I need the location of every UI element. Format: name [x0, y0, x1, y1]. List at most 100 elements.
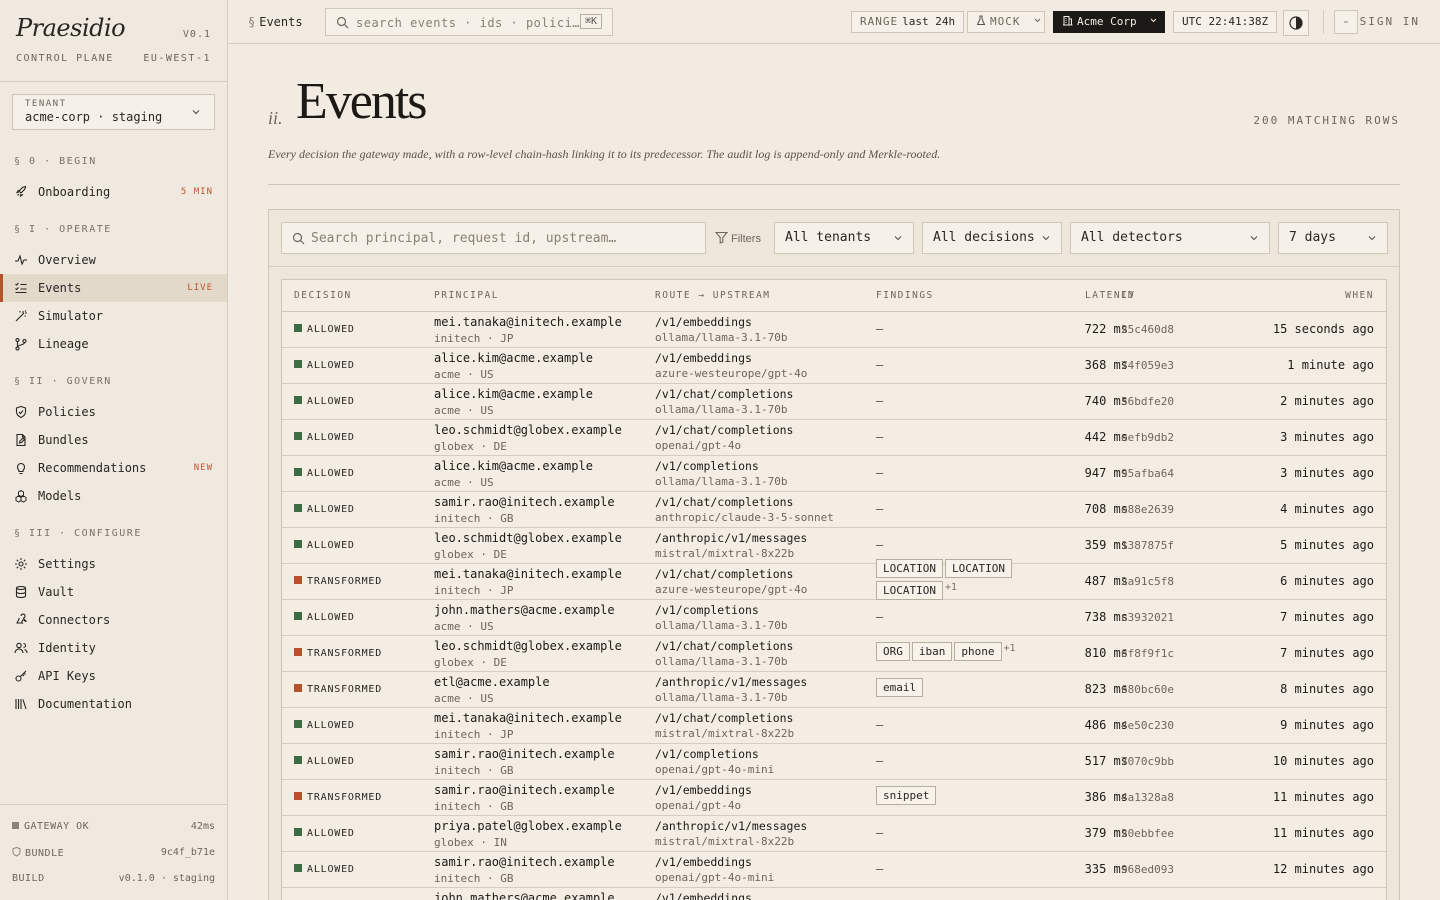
sidebar-item-bundles[interactable]: Bundles — [0, 426, 227, 454]
range-selector[interactable]: RANGE last 24h — [851, 11, 965, 33]
finding-tag[interactable]: email — [876, 678, 924, 697]
request-id[interactable]: c3932021 — [1121, 611, 1174, 624]
more-findings[interactable]: +1 — [1004, 643, 1016, 654]
global-search-input[interactable]: search events · ids · polici… ⌘K — [325, 8, 613, 36]
request-id[interactable]: 1387875f — [1121, 539, 1174, 552]
col-principal[interactable]: PRINCIPAL — [434, 290, 499, 301]
table-row[interactable]: TRANSFORMED mei.tanaka@initech.example ini… — [282, 559, 1386, 600]
sign-in-link[interactable]: SIGN IN — [1360, 15, 1420, 28]
principal-email[interactable]: samir.rao@initech.example — [434, 495, 615, 509]
finding-tag[interactable]: phone — [954, 642, 1002, 661]
sidebar-item-api-keys[interactable]: API Keys — [0, 662, 227, 690]
sidebar-item-vault[interactable]: Vault — [0, 578, 227, 606]
request-id[interactable]: 25c460d8 — [1121, 323, 1174, 336]
table-row[interactable]: ALLOWED samir.rao@initech.example initech … — [282, 852, 1386, 888]
sidebar-item-simulator[interactable]: Simulator — [0, 302, 227, 330]
library-icon — [15, 699, 27, 710]
sidebar-item-connectors[interactable]: Connectors — [0, 606, 227, 634]
table-row[interactable]: john.mathers@acme.example/v1/embeddings — [282, 888, 1386, 900]
finding-tag[interactable]: LOCATION — [876, 559, 943, 578]
principal-email[interactable]: samir.rao@initech.example — [434, 855, 615, 869]
request-id[interactable]: 4a1328a8 — [1121, 791, 1174, 804]
decision-filter[interactable]: All decisions — [922, 222, 1062, 254]
event-search-input[interactable]: Search principal, request id, upstream… — [281, 222, 706, 254]
sidebar-item-models[interactable]: Models — [0, 482, 227, 510]
principal-email[interactable]: alice.kim@acme.example — [434, 351, 593, 365]
table-row[interactable]: ALLOWED leo.schmidt@globex.example globex … — [282, 420, 1386, 456]
col-decision[interactable]: DECISION — [294, 290, 352, 301]
sidebar-item-settings[interactable]: Settings — [0, 550, 227, 578]
request-id[interactable]: e88e2639 — [1121, 503, 1174, 516]
table-row[interactable]: TRANSFORMED samir.rao@initech.example init… — [282, 780, 1386, 816]
finding-tag[interactable]: LOCATION — [944, 559, 1012, 578]
principal-email[interactable]: samir.rao@initech.example — [434, 747, 615, 761]
principal-email[interactable]: mei.tanaka@initech.example — [434, 711, 622, 725]
org-switcher[interactable]: Acme Corp — [1053, 11, 1165, 33]
table-row[interactable]: ALLOWED alice.kim@acme.example acme · US/v… — [282, 456, 1386, 492]
sidebar-item-identity[interactable]: Identity — [0, 634, 227, 662]
table-row[interactable]: ALLOWED priya.patel@globex.example globex … — [282, 816, 1386, 852]
table-row[interactable]: TRANSFORMED etl@acme.example acme · US/ant… — [282, 672, 1386, 708]
table-row[interactable]: TRANSFORMED leo.schmidt@globex.example glo… — [282, 636, 1386, 672]
principal-email[interactable]: priya.patel@globex.example — [434, 819, 622, 833]
breadcrumb[interactable]: § Events — [248, 15, 303, 29]
sidebar-item-recommendations[interactable]: Recommendations NEW — [0, 454, 227, 482]
principal-email[interactable]: leo.schmidt@globex.example — [434, 531, 622, 545]
period-filter[interactable]: 7 days — [1278, 222, 1388, 254]
col-id[interactable]: ID — [1121, 290, 1134, 301]
table-row[interactable]: ALLOWED leo.schmidt@globex.example globex … — [282, 528, 1386, 564]
request-id[interactable]: eefb9db2 — [1121, 431, 1174, 444]
request-id[interactable]: 2a91c5f8 — [1121, 575, 1174, 588]
more-findings[interactable]: +1 — [945, 582, 957, 593]
principal-email[interactable]: samir.rao@initech.example — [434, 783, 615, 797]
chevron-down-icon — [1034, 18, 1041, 23]
filters-button[interactable]: Filters — [714, 231, 761, 245]
principal-email[interactable]: etl@acme.example — [434, 675, 550, 689]
table-row[interactable]: ALLOWED samir.rao@initech.example initech … — [282, 492, 1386, 528]
user-avatar[interactable] — [1334, 10, 1358, 34]
finding-tag[interactable]: snippet — [876, 786, 937, 805]
request-id[interactable]: 968ed093 — [1121, 863, 1174, 876]
finding-tag[interactable]: ORG — [876, 642, 910, 661]
table-row[interactable]: ALLOWED mei.tanaka@initech.example initech… — [282, 312, 1386, 348]
request-id[interactable]: 20ebbfee — [1121, 827, 1174, 840]
col-when[interactable]: WHEN — [1345, 290, 1374, 301]
sidebar-item-documentation[interactable]: Documentation — [0, 690, 227, 718]
col-route[interactable]: ROUTE → UPSTREAM — [655, 290, 771, 301]
table-row[interactable]: ALLOWED mei.tanaka@initech.example initech… — [282, 708, 1386, 744]
request-id[interactable]: 95afba64 — [1121, 467, 1174, 480]
sidebar-item-policies[interactable]: Policies — [0, 398, 227, 426]
request-id[interactable]: 56bdfe20 — [1121, 395, 1174, 408]
principal-email[interactable]: john.mathers@acme.example — [434, 603, 615, 617]
decision-label: ALLOWED — [307, 396, 355, 407]
col-findings[interactable]: FINDINGS — [876, 290, 934, 301]
principal-email[interactable]: leo.schmidt@globex.example — [434, 639, 622, 653]
principal-email[interactable]: alice.kim@acme.example — [434, 459, 593, 473]
mode-selector[interactable]: MOCK — [967, 11, 1045, 33]
table-row[interactable]: ALLOWED alice.kim@acme.example acme · US/v… — [282, 348, 1386, 384]
request-id[interactable]: 74f059e3 — [1121, 359, 1174, 372]
finding-tag[interactable]: iban — [911, 642, 953, 661]
brand-logo[interactable]: Praesidio — [16, 14, 126, 42]
sidebar-item-onboarding[interactable]: Onboarding 5 MIN — [0, 178, 227, 206]
request-id[interactable]: 4e50c230 — [1121, 719, 1174, 732]
principal-email[interactable]: john.mathers@acme.example — [434, 891, 615, 900]
principal-email[interactable]: mei.tanaka@initech.example — [434, 567, 622, 581]
theme-toggle[interactable] — [1283, 10, 1309, 36]
principal-email[interactable]: leo.schmidt@globex.example — [434, 423, 622, 437]
sidebar-item-overview[interactable]: Overview — [0, 246, 227, 274]
tenant-filter[interactable]: All tenants — [774, 222, 914, 254]
principal-email[interactable]: alice.kim@acme.example — [434, 387, 593, 401]
request-id[interactable]: 7070c9bb — [1121, 755, 1174, 768]
request-id[interactable]: 680bc60e — [1121, 683, 1174, 696]
tenant-selector[interactable]: TENANT acme-corp · staging — [12, 94, 215, 130]
sidebar-item-lineage[interactable]: Lineage — [0, 330, 227, 358]
detector-filter[interactable]: All detectors — [1070, 222, 1270, 254]
finding-tag[interactable]: LOCATION — [876, 581, 943, 600]
request-id[interactable]: 6f8f9f1c — [1121, 647, 1174, 660]
sidebar-item-events[interactable]: Events LIVE — [0, 274, 227, 302]
table-row[interactable]: ALLOWED john.mathers@acme.example acme · U… — [282, 600, 1386, 636]
table-row[interactable]: ALLOWED alice.kim@acme.example acme · US/v… — [282, 384, 1386, 420]
table-row[interactable]: ALLOWED samir.rao@initech.example initech … — [282, 744, 1386, 780]
principal-email[interactable]: mei.tanaka@initech.example — [434, 315, 622, 329]
